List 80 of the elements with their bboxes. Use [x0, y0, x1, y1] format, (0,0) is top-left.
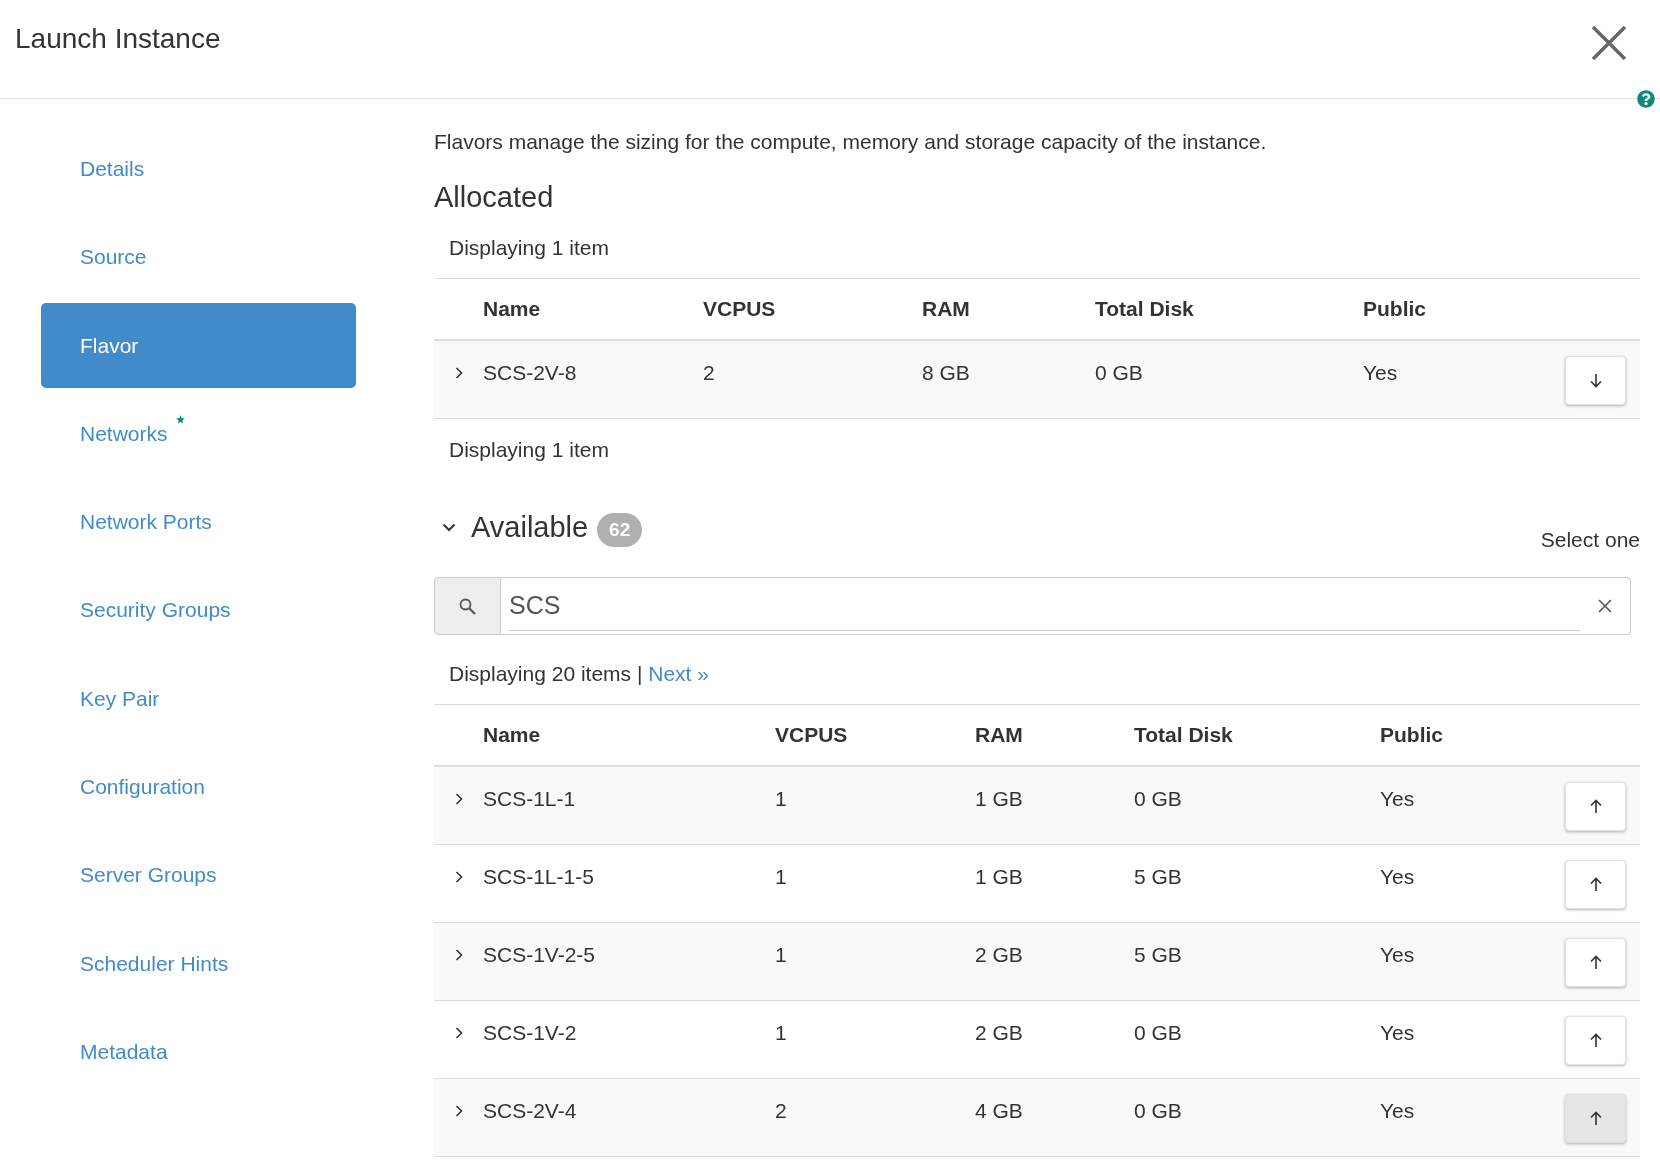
sidebar-item[interactable]: Source	[41, 214, 356, 300]
table-cell-text: 5 GB	[1134, 942, 1182, 968]
table-cell-text: SCS-1L-1	[483, 786, 576, 812]
column-header: Name	[483, 722, 541, 748]
column-header: RAM	[922, 296, 970, 322]
table-cell-text: 0 GB	[1134, 786, 1182, 812]
column-header: Total Disk	[1134, 722, 1233, 748]
chevron-right-icon[interactable]	[455, 1027, 463, 1039]
table-cell-text: 0 GB	[1134, 1020, 1182, 1046]
table-cell-text: 0 GB	[1095, 360, 1143, 386]
column-header: Name	[483, 296, 541, 322]
table-cell-text: 1 GB	[975, 786, 1023, 812]
sidebar-item[interactable]: Key Pair	[41, 656, 356, 742]
arrow-up-icon	[1589, 955, 1602, 970]
table-cell-text: Yes	[1380, 864, 1415, 890]
chevron-right-icon[interactable]	[455, 793, 463, 805]
arrow-up-icon	[1589, 1033, 1602, 1048]
table-cell-text: Yes	[1380, 942, 1415, 968]
table-cell-text: 2 GB	[975, 942, 1023, 968]
table-cell-text: SCS-2V-4	[483, 1098, 577, 1124]
help-icon[interactable]	[1637, 90, 1655, 108]
arrow-up-icon	[1589, 1111, 1602, 1126]
table-cell-text: 2 GB	[975, 1020, 1023, 1046]
sidebar-item[interactable]: Networks	[41, 391, 356, 477]
chevron-right-icon[interactable]	[455, 871, 463, 883]
table-cell-text: Yes	[1363, 360, 1398, 386]
close-icon	[1591, 25, 1627, 61]
table-cell-text: 1	[775, 786, 787, 812]
column-header: VCPUS	[775, 722, 848, 748]
column-header: Public	[1380, 722, 1443, 748]
table-cell-text: 5 GB	[1134, 864, 1182, 890]
next-link[interactable]: Next »	[648, 662, 709, 685]
intro-text: Flavors manage the sizing for the compute, memory and storage capacity of the instance.	[434, 129, 1268, 155]
hint-text: Select one	[1540, 527, 1640, 553]
window-title: Launch Instance	[15, 22, 221, 56]
chevron-right-icon[interactable]	[455, 367, 463, 379]
column-header: Public	[1363, 296, 1426, 322]
sidebar-item[interactable]: Server Groups	[41, 832, 356, 918]
column-header: RAM	[975, 722, 1023, 748]
table-cell-text: SCS-1V-2	[483, 1020, 577, 1046]
item-count: Displaying 1 item	[449, 236, 609, 259]
sidebar-item[interactable]: Metadata	[41, 1009, 356, 1095]
table-cell-text: 1 GB	[975, 864, 1023, 890]
chevron-right-icon[interactable]	[455, 949, 463, 961]
sidebar-item[interactable]: Configuration	[41, 744, 356, 830]
sidebar-item[interactable]: Flavor	[41, 303, 356, 389]
arrow-down-icon	[1589, 373, 1602, 388]
table-cell-text: 1	[775, 864, 787, 890]
table-cell-text: SCS-2V-8	[483, 360, 577, 386]
search-icon	[459, 597, 476, 615]
sidebar-item[interactable]: Scheduler Hints	[41, 921, 356, 1007]
close-icon	[1598, 599, 1612, 613]
table-cell-text: 1	[775, 1020, 787, 1046]
table-cell-text: SCS-1L-1-5	[483, 864, 594, 890]
table-cell-text: Yes	[1380, 1020, 1415, 1046]
sidebar-item[interactable]: Network Ports	[41, 479, 356, 565]
column-header: VCPUS	[703, 296, 776, 322]
sidebar-item[interactable]: Security Groups	[41, 568, 356, 653]
close-button[interactable]	[1591, 25, 1627, 61]
search-field[interactable]: SCS	[501, 577, 1631, 635]
table-cell-text: SCS-1V-2-5	[483, 942, 596, 968]
count-badge: 62	[597, 513, 643, 547]
section-heading: Allocated	[434, 180, 555, 214]
sidebar-item[interactable]: Details	[41, 126, 356, 212]
table-cell-text: 4 GB	[975, 1098, 1023, 1124]
table-cell-text: 2	[703, 360, 715, 386]
table-cell-text: 0 GB	[1134, 1098, 1182, 1124]
table-cell-text: Yes	[1380, 1098, 1415, 1124]
column-header: Total Disk	[1095, 296, 1194, 322]
table-cell-text: Yes	[1380, 786, 1415, 812]
arrow-up-icon	[1589, 877, 1602, 892]
chevron-down-icon[interactable]	[442, 523, 456, 532]
table-cell-text: 8 GB	[922, 360, 970, 386]
table-cell-text: 1	[775, 942, 787, 968]
arrow-up-icon	[1589, 799, 1602, 814]
chevron-right-icon[interactable]	[455, 1105, 463, 1117]
section-heading: Available	[471, 510, 589, 544]
item-count: Displaying 1 item	[449, 438, 609, 461]
item-count: Displaying 20 items |	[449, 662, 643, 685]
table-cell-text: 2	[775, 1098, 787, 1124]
